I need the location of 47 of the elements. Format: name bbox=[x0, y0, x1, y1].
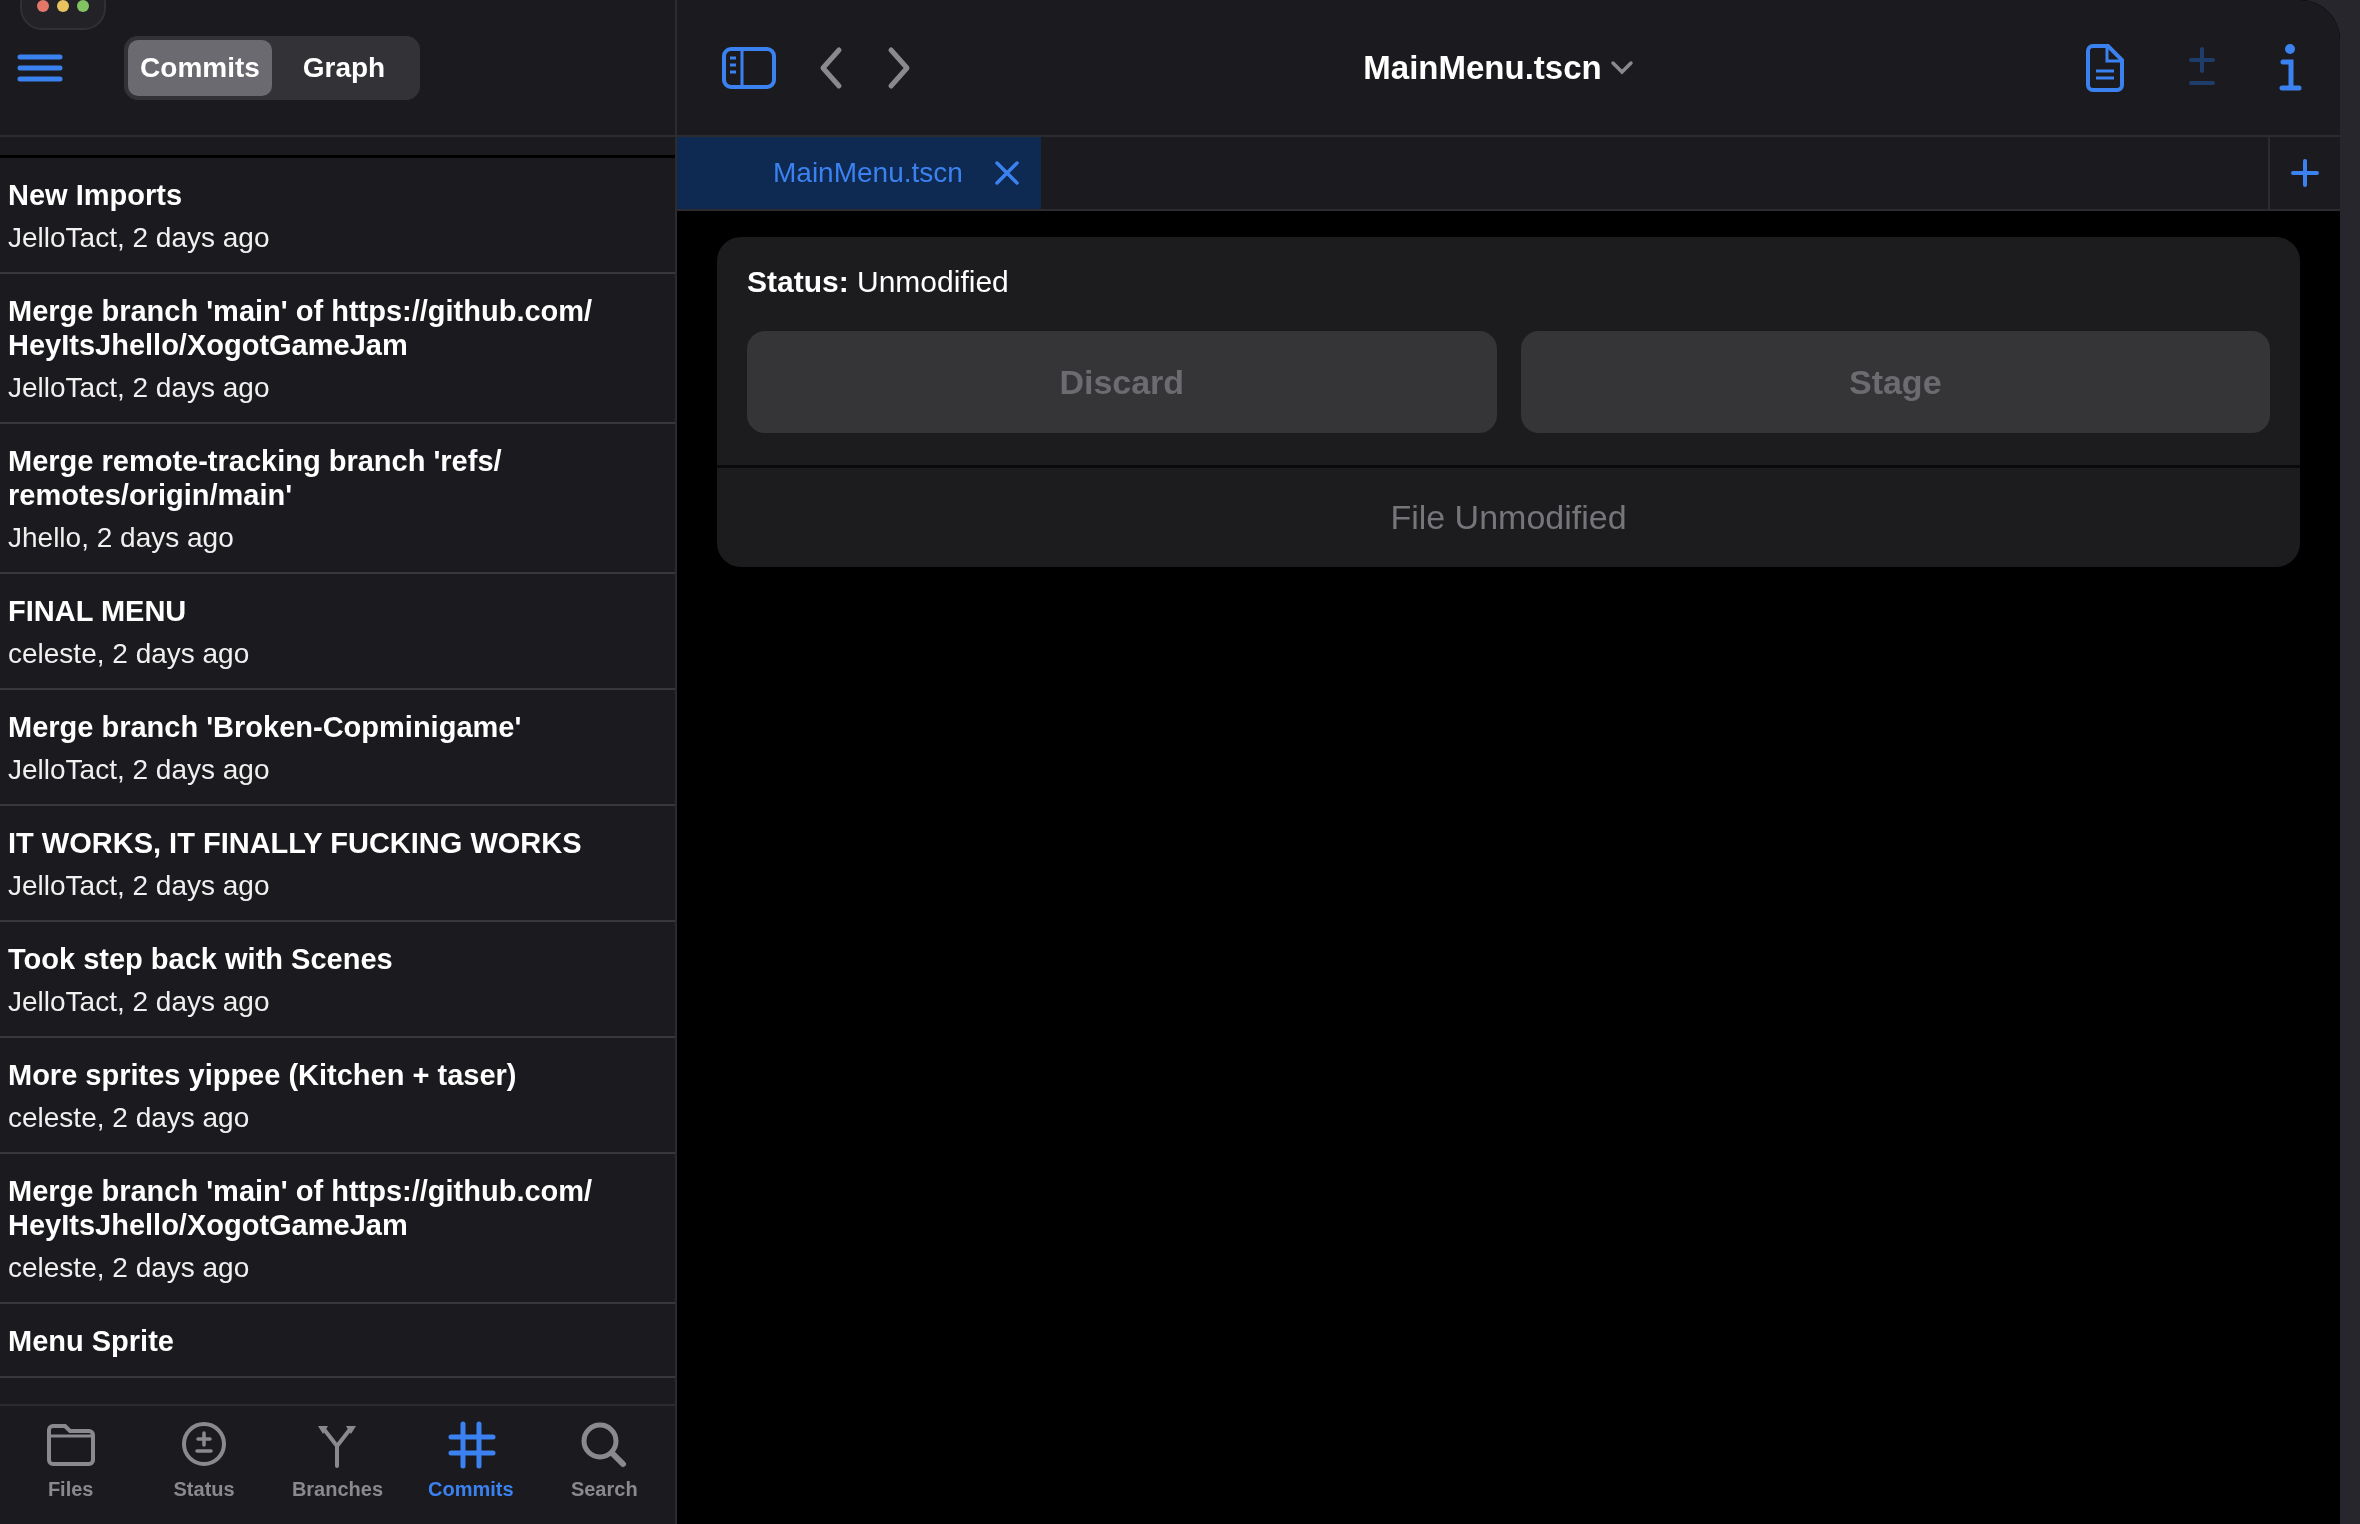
commit-author: JelloTact, 2 days ago bbox=[8, 986, 271, 1018]
commit-row[interactable]: Merge remote-tracking branch 'refs/ remotes/origin/main' Jhello, 2 days ago bbox=[0, 424, 675, 574]
commit-author: celeste, 2 days ago bbox=[8, 1252, 251, 1284]
commit-author: JelloTact, 2 days ago bbox=[8, 870, 271, 902]
document-icon[interactable] bbox=[2084, 42, 2126, 93]
commit-message: Merge branch 'main' of https://github.com/ HeyItsJhello/XogotGameJam bbox=[8, 1174, 594, 1242]
commit-message: Merge branch 'Broken-Copminigame' bbox=[8, 710, 523, 744]
commit-author: Jhello, 2 days ago bbox=[8, 522, 235, 554]
tab-bar-item[interactable]: Branches bbox=[277, 1406, 398, 1524]
tab-bar-item[interactable]: Status bbox=[144, 1406, 265, 1524]
commit-message: New Imports bbox=[8, 178, 184, 212]
commit-message: More sprites yippee (Kitchen + taser) bbox=[8, 1058, 518, 1092]
commit-message: Merge remote-tracking branch 'refs/ remotes/origin/main' bbox=[8, 444, 503, 512]
commit-row[interactable]: Merge branch 'main' of https://github.com/ HeyItsJhello/XogotGameJam JelloTact, 2 days ago bbox=[0, 274, 675, 424]
commit-row[interactable]: FINAL MENU celeste, 2 days ago bbox=[0, 574, 675, 690]
commit-author: celeste, 2 days ago bbox=[8, 1102, 251, 1134]
commit-row[interactable]: Menu Sprite bbox=[0, 1304, 675, 1378]
status-text: Status: Unmodified bbox=[746, 264, 1010, 299]
commit-message: FINAL MENU bbox=[8, 594, 188, 628]
status-message: File Unmodified bbox=[717, 465, 2300, 567]
commit-row[interactable]: New Imports JelloTact, 2 days ago bbox=[0, 158, 675, 274]
segment-tab[interactable]: Graph bbox=[272, 39, 416, 96]
file-title[interactable]: MainMenu.tscn bbox=[1363, 48, 1602, 87]
tab-bar-item[interactable]: Files bbox=[10, 1406, 131, 1524]
commit-message: Took step back with Scenes bbox=[8, 942, 394, 976]
editor-tab[interactable]: MainMenu.tscn bbox=[677, 137, 1041, 209]
commit-author: JelloTact, 2 days ago bbox=[8, 754, 271, 786]
tab-bar-item[interactable]: Commits bbox=[410, 1406, 531, 1524]
chevron-down-icon[interactable] bbox=[1609, 59, 1634, 76]
commit-author: JelloTact, 2 days ago bbox=[8, 222, 271, 254]
commit-author: celeste, 2 days ago bbox=[8, 638, 251, 670]
commit-row[interactable]: IT WORKS, IT FINALLY FUCKING WORKS JelloTact, 2 days ago bbox=[0, 806, 675, 922]
tab-label: MainMenu.tscn bbox=[773, 157, 963, 189]
commit-author: JelloTact, 2 days ago bbox=[8, 372, 271, 404]
commit-message: Menu Sprite bbox=[8, 1324, 175, 1358]
commit-row[interactable]: Merge branch 'main' of https://github.com/ HeyItsJhello/XogotGameJam celeste, 2 days ago bbox=[0, 1154, 675, 1304]
add-icon[interactable] bbox=[2291, 159, 2319, 187]
sidebar-icon[interactable] bbox=[721, 45, 777, 90]
commit-message: IT WORKS, IT FINALLY FUCKING WORKS bbox=[8, 826, 583, 860]
commit-row[interactable]: Took step back with Scenes JelloTact, 2 days ago bbox=[0, 922, 675, 1038]
tab-bar-item[interactable]: Search bbox=[544, 1406, 665, 1524]
commit-row[interactable]: More sprites yippee (Kitchen + taser) celeste, 2 days ago bbox=[0, 1038, 675, 1154]
segment-tab[interactable]: Commits bbox=[128, 39, 272, 96]
commit-message: Merge branch 'main' of https://github.com/ HeyItsJhello/XogotGameJam bbox=[8, 294, 594, 362]
close-icon[interactable] bbox=[992, 159, 1021, 187]
commit-row[interactable]: Merge branch 'Broken-Copminigame' JelloTact, 2 days ago bbox=[0, 690, 675, 806]
info-icon[interactable] bbox=[2278, 42, 2302, 93]
